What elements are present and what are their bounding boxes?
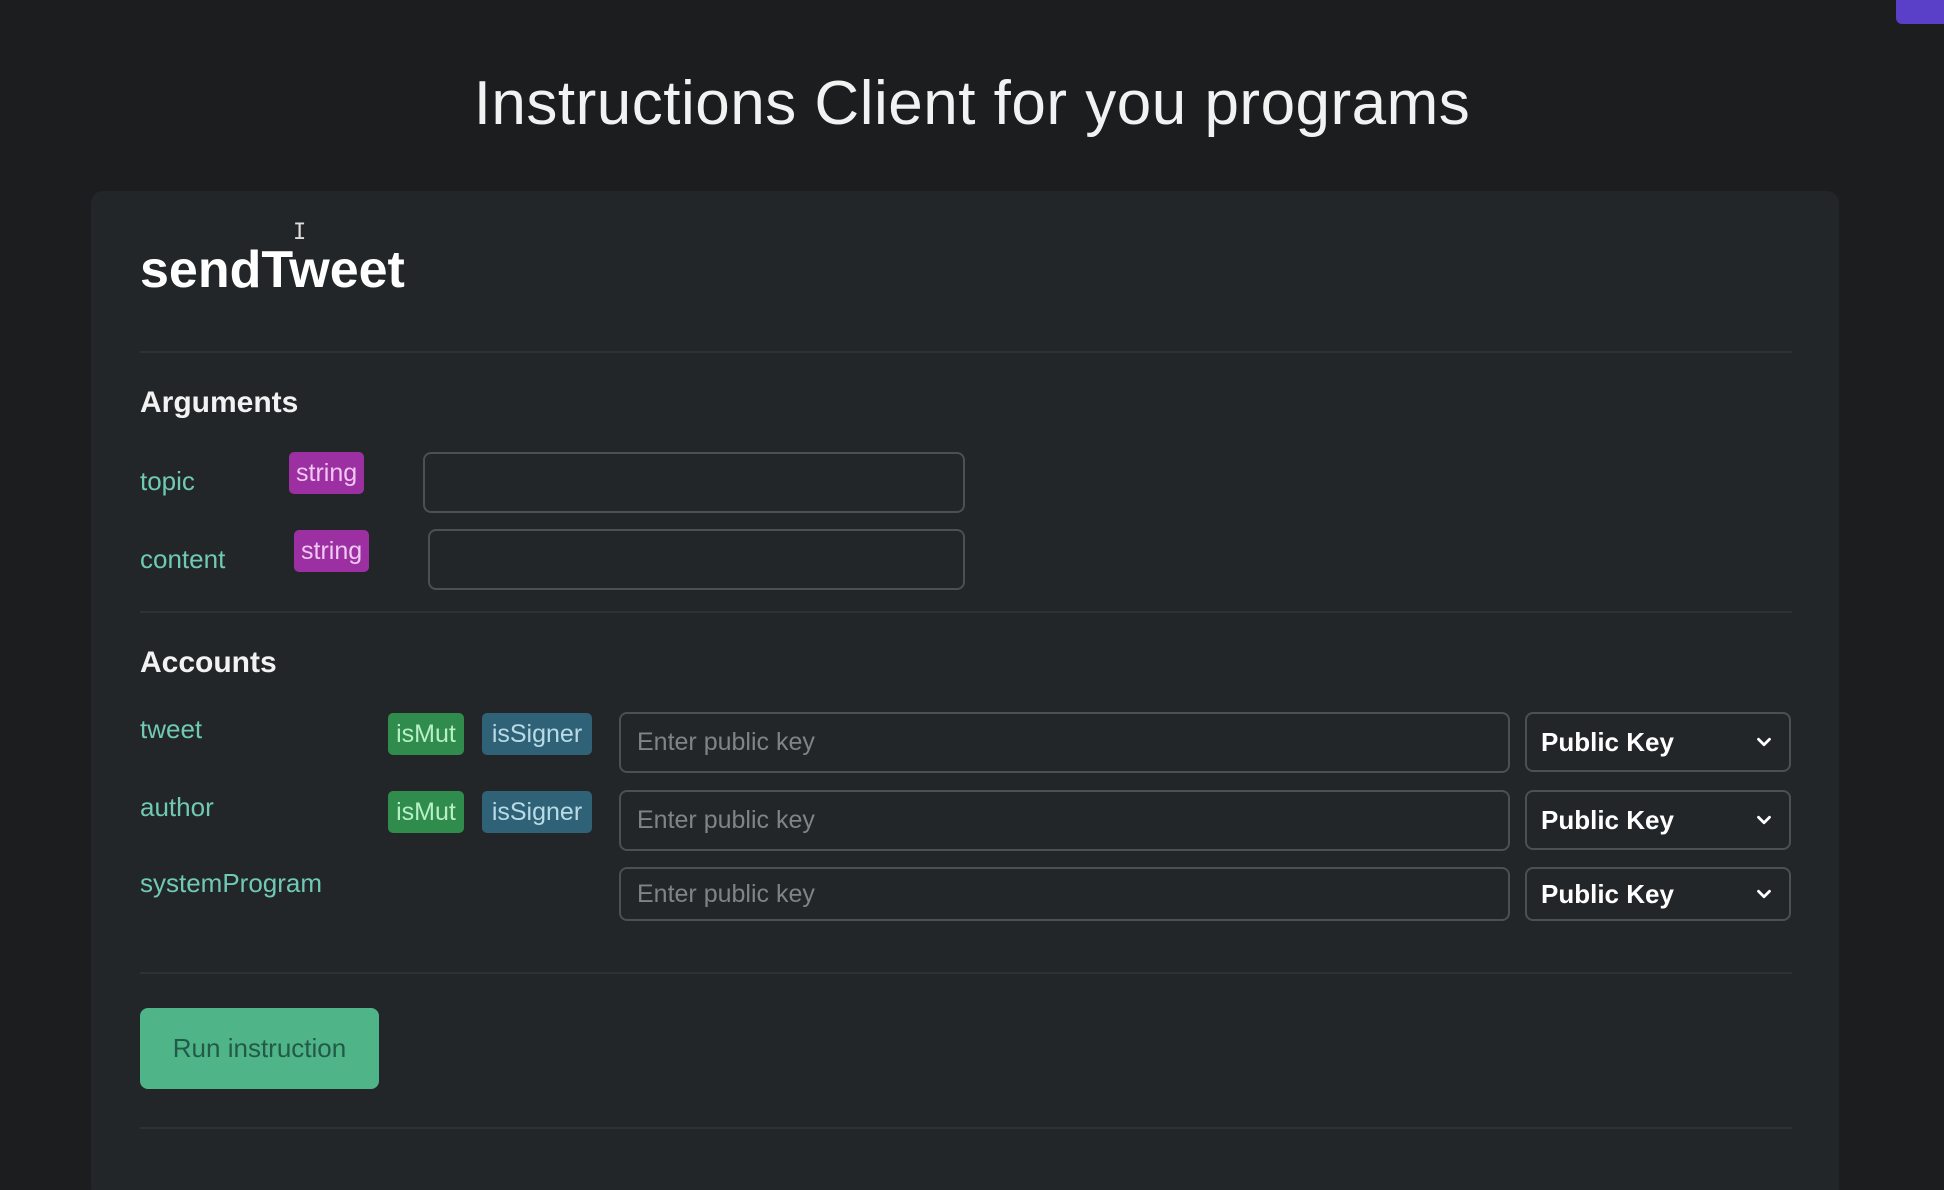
type-tag-string: string <box>294 530 370 572</box>
select-value: Public Key <box>1541 804 1674 835</box>
is-signer-tag: isSigner <box>482 713 592 755</box>
author-public-key-input[interactable] <box>619 790 1510 851</box>
account-label-author: author <box>140 792 214 822</box>
system-program-public-key-input[interactable] <box>619 867 1510 921</box>
tweet-public-key-input[interactable] <box>619 712 1510 773</box>
tweet-key-type-select[interactable]: Public Key <box>1525 712 1791 772</box>
is-mut-tag: isMut <box>388 791 464 833</box>
is-signer-tag: isSigner <box>482 791 592 833</box>
account-label-system-program: systemProgram <box>140 868 323 898</box>
content-input[interactable] <box>428 529 965 590</box>
arguments-heading: Arguments <box>140 386 299 419</box>
page-title: Instructions Client for you programs <box>473 69 1471 138</box>
divider <box>140 1127 1792 1129</box>
divider <box>140 972 1792 974</box>
topic-input[interactable] <box>423 452 965 513</box>
instruction-name: sendTweet <box>140 241 405 299</box>
argument-label-topic: topic <box>140 466 195 496</box>
corner-badge <box>1896 0 1944 24</box>
accounts-heading: Accounts <box>140 646 277 679</box>
is-mut-tag: isMut <box>388 713 464 755</box>
chevron-down-icon <box>1757 815 1771 825</box>
type-tag-string: string <box>289 452 365 494</box>
divider <box>140 611 1792 613</box>
argument-label-content: content <box>140 544 226 574</box>
chevron-down-icon <box>1757 737 1771 747</box>
system-program-key-type-select[interactable]: Public Key <box>1525 867 1791 921</box>
chevron-down-icon <box>1757 889 1771 899</box>
divider <box>140 351 1792 353</box>
run-instruction-button[interactable]: Run instruction <box>140 1008 379 1089</box>
author-key-type-select[interactable]: Public Key <box>1525 790 1791 850</box>
select-value: Public Key <box>1541 726 1674 757</box>
account-label-tweet: tweet <box>140 714 203 744</box>
select-value: Public Key <box>1541 878 1674 909</box>
